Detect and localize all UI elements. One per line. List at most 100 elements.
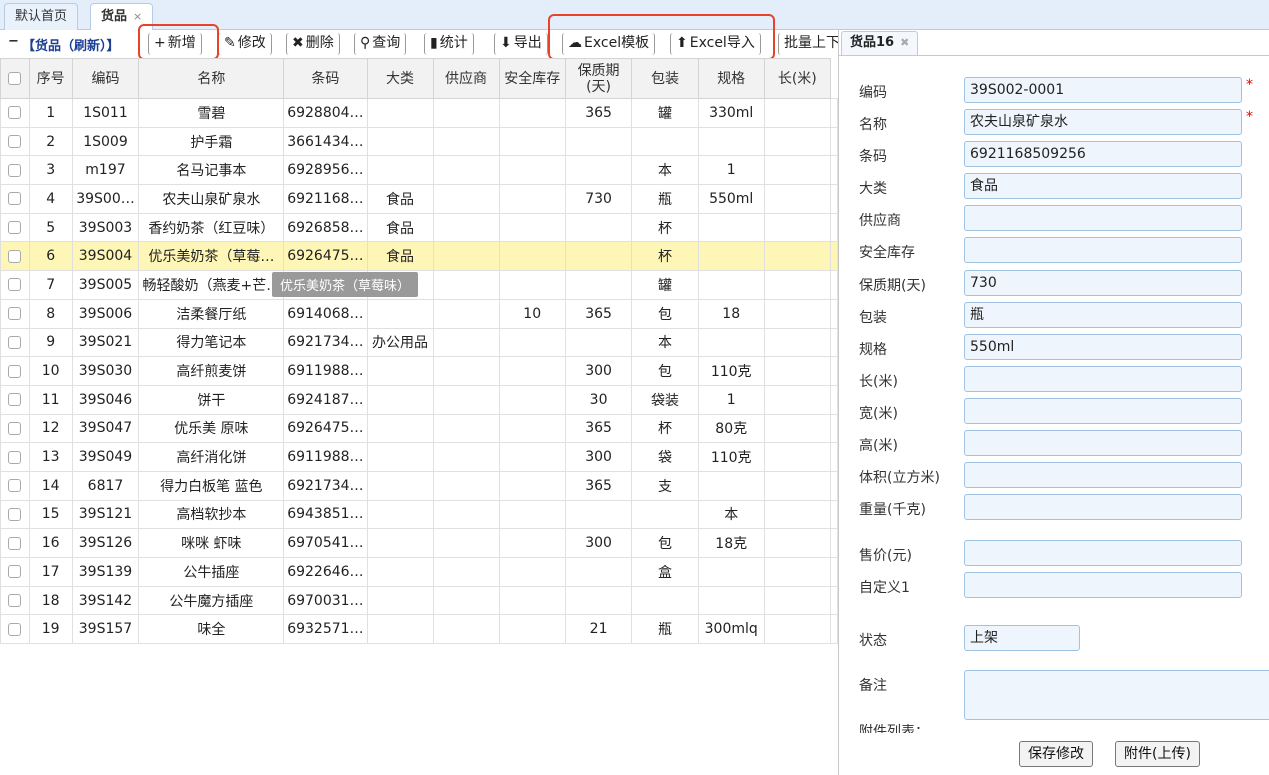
table-row[interactable]: 8 39S006 洁柔餐厅纸 6914068… 10 365 包 18	[0, 298, 838, 329]
form-row: 规格 550ml	[839, 334, 1269, 364]
table-row[interactable]: 9 39S021 得力笔记本 6921734… 办公用品 本	[0, 327, 838, 358]
table-cell	[564, 557, 633, 587]
table-row[interactable]: 19 39S157 味全 6932571… 21 瓶 300mlq	[0, 614, 838, 645]
table-row[interactable]: 15 39S121 高档软抄本 6943851… 本	[0, 499, 838, 530]
goods-grid: 序号 编码 名称 条码 大类 供应商 安全库存 保质期(天) 包装 规格 长(米…	[0, 58, 838, 775]
field-input[interactable]	[964, 430, 1242, 456]
table-cell: 300	[564, 356, 633, 386]
close-icon[interactable]: ✖	[900, 36, 909, 49]
table-cell	[830, 155, 838, 186]
field-input[interactable]: 上架	[964, 625, 1080, 651]
edit-button[interactable]: ✎ 修改	[218, 33, 272, 55]
row-checkbox[interactable]	[0, 298, 30, 329]
table-cell	[498, 585, 566, 616]
field-input[interactable]: 6921168509256	[964, 141, 1242, 167]
table-row[interactable]: 12 39S047 优乐美 原味 6926475… 365 杯 80克	[0, 413, 838, 444]
close-icon[interactable]: ×	[133, 10, 142, 23]
table-cell	[763, 270, 832, 300]
row-checkbox[interactable]	[0, 585, 30, 616]
toolbar: − 【货品（刷新）】 + 新增 ✎ 修改 ✖ 删除 ⚲ 查询 ▮ 统计 ⬇ 导出 ☁ Exce…	[0, 14, 840, 60]
field-input[interactable]: 瓶	[964, 302, 1242, 328]
row-checkbox[interactable]	[0, 155, 30, 186]
panel-tab[interactable]: 货品16 ✖	[841, 31, 919, 55]
row-checkbox[interactable]	[0, 499, 30, 530]
table-row[interactable]: 4 39S00… 农夫山泉矿泉水 6921168… 食品 730 瓶 550ml	[0, 184, 838, 214]
col-header[interactable]: 条码	[283, 58, 368, 99]
field-input[interactable]	[964, 540, 1242, 566]
field-input[interactable]	[964, 237, 1242, 263]
row-checkbox[interactable]	[0, 356, 30, 386]
field-input[interactable]	[964, 398, 1242, 424]
field-input[interactable]	[964, 462, 1242, 488]
row-checkbox[interactable]	[0, 327, 30, 358]
row-checkbox[interactable]	[0, 413, 30, 444]
table-row[interactable]: 5 39S003 香约奶茶（红豆味） 6926858… 食品 杯	[0, 212, 838, 243]
col-header[interactable]: 大类	[366, 58, 434, 99]
field-input[interactable]: 550ml	[964, 334, 1242, 360]
export-button[interactable]: ⬇ 导出	[494, 33, 548, 55]
field-input[interactable]: 730	[964, 270, 1242, 296]
table-row[interactable]: 3 m197 名马记事本 6928956… 本 1	[0, 155, 838, 186]
row-checkbox[interactable]	[0, 184, 30, 214]
collapse-icon[interactable]: −	[8, 34, 19, 49]
delete-button[interactable]: ✖ 删除	[286, 33, 340, 55]
save-button[interactable]: 保存修改	[1019, 741, 1093, 767]
field-input[interactable]	[964, 205, 1242, 231]
row-checkbox[interactable]	[0, 384, 30, 415]
field-input[interactable]	[964, 494, 1242, 520]
col-header[interactable]: 包装	[631, 58, 699, 99]
table-row[interactable]: 17 39S139 公牛插座 6922646… 盒	[0, 557, 838, 587]
table-row[interactable]: 2 1S009 护手霜 3661434…	[0, 126, 838, 157]
row-checkbox[interactable]	[0, 614, 30, 645]
field-input[interactable]: 食品	[964, 173, 1242, 199]
table-cell	[498, 155, 566, 186]
col-header[interactable]: 序号	[28, 58, 73, 99]
table-cell: 110克	[697, 356, 765, 386]
table-row[interactable]: 14 6817 得力白板笔 蓝色 6921734… 365 支	[0, 470, 838, 501]
table-cell: 1	[697, 384, 765, 415]
col-header[interactable]: 规格	[697, 58, 765, 99]
table-cell	[366, 413, 434, 444]
table-cell	[697, 585, 765, 616]
table-cell	[564, 241, 633, 272]
table-row[interactable]: 16 39S126 咪咪 虾味 6970541… 300 包 18克	[0, 528, 838, 558]
col-header[interactable]: 名称	[138, 58, 285, 99]
row-checkbox[interactable]	[0, 270, 30, 300]
table-cell: 农夫山泉矿泉水	[138, 184, 285, 214]
row-checkbox[interactable]	[0, 557, 30, 587]
row-checkbox[interactable]	[0, 98, 30, 128]
row-checkbox[interactable]	[0, 442, 30, 472]
table-row[interactable]: 18 39S142 公牛魔方插座 6970031…	[0, 585, 838, 616]
table-row[interactable]: 10 39S030 高纤煎麦饼 6911988… 300 包 110克	[0, 356, 838, 386]
col-header[interactable]: 长(米)	[763, 58, 832, 99]
col-header[interactable]: 编码	[71, 58, 140, 99]
table-row[interactable]: 11 39S046 饼干 6924187… 30 袋装 1	[0, 384, 838, 415]
row-checkbox[interactable]	[0, 241, 30, 272]
field-label: 附件列表：	[859, 724, 929, 733]
stats-button[interactable]: ▮ 统计	[424, 33, 474, 55]
grid-title[interactable]: 【货品（刷新）】	[22, 35, 120, 54]
field-input[interactable]	[964, 572, 1242, 598]
field-input[interactable]	[964, 670, 1269, 720]
row-checkbox[interactable]	[0, 212, 30, 243]
field-input[interactable]	[964, 366, 1242, 392]
table-row[interactable]: 1 1S011 雪碧 6928804… 365 罐 330ml	[0, 98, 838, 128]
upload-attachment-button[interactable]: 附件(上传)	[1115, 741, 1200, 767]
table-row[interactable]: 7 39S005 畅轻酸奶（燕麦+芒… 罐	[0, 270, 838, 300]
select-all-checkbox[interactable]	[0, 58, 30, 99]
query-button[interactable]: ⚲ 查询	[354, 33, 407, 55]
field-input[interactable]: 39S002-0001	[964, 77, 1242, 103]
col-header[interactable]: 供应商	[432, 58, 500, 99]
table-cell	[830, 614, 838, 645]
table-row[interactable]: 6 39S004 优乐美奶茶（草莓… 6926475… 食品 杯	[0, 241, 838, 272]
col-header[interactable]: 安全库存	[498, 58, 566, 99]
batch-shelf-button[interactable]: 批量上下	[778, 33, 845, 55]
tab-home[interactable]: 默认首页	[4, 3, 79, 30]
table-cell	[564, 499, 633, 530]
row-checkbox[interactable]	[0, 126, 30, 157]
row-checkbox[interactable]	[0, 470, 30, 501]
col-header[interactable]: 保质期(天)	[564, 58, 633, 99]
row-checkbox[interactable]	[0, 528, 30, 558]
table-row[interactable]: 13 39S049 高纤消化饼 6911988… 300 袋 110克	[0, 442, 838, 472]
field-input[interactable]: 农夫山泉矿泉水	[964, 109, 1242, 135]
